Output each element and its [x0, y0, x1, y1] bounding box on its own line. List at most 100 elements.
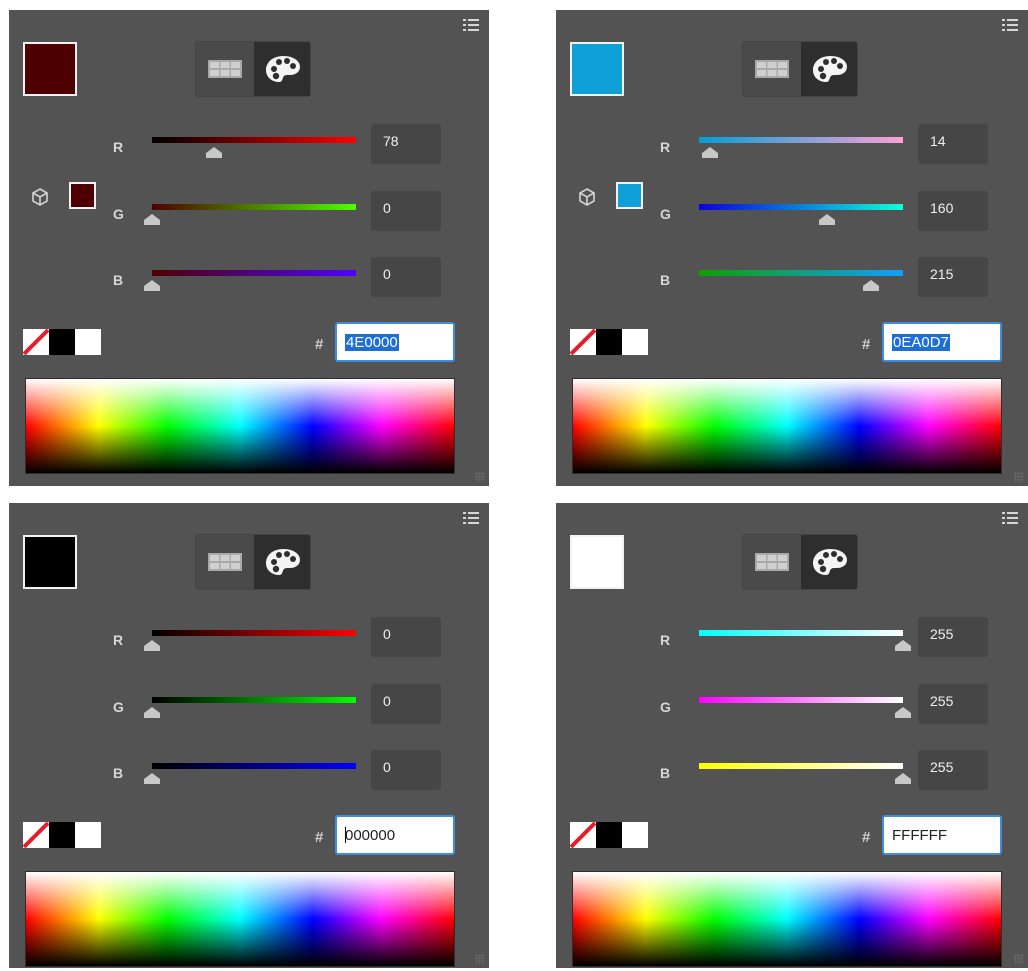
no-color-chip[interactable]	[570, 329, 596, 355]
channel-label-r: R	[113, 139, 124, 155]
black-color-chip[interactable]	[596, 329, 622, 355]
channel-label-b: B	[113, 765, 124, 781]
swatch-grid-icon	[208, 553, 242, 571]
channel-slider-b[interactable]	[152, 763, 356, 769]
color-spectrum[interactable]	[25, 378, 455, 474]
channel-label-b: B	[660, 272, 671, 288]
color-spectrum[interactable]	[572, 871, 1002, 967]
no-color-icon	[570, 329, 596, 355]
channel-slider-g[interactable]	[699, 697, 903, 703]
swatches-mode-button[interactable]	[196, 535, 254, 589]
current-color-swatch[interactable]	[23, 42, 77, 96]
hex-input[interactable]: FFFFFF	[882, 815, 1002, 855]
resize-grip-icon[interactable]	[1014, 954, 1024, 964]
channel-label-g: G	[660, 206, 671, 222]
resize-grip-icon[interactable]	[475, 472, 485, 482]
quick-color-chips	[570, 329, 648, 355]
channel-slider-b[interactable]	[699, 763, 903, 769]
channel-value-g[interactable]: 0	[371, 684, 441, 724]
web-safe-color-swatch[interactable]	[616, 182, 643, 209]
panel-menu-icon[interactable]	[463, 18, 479, 32]
channel-value-b[interactable]: 0	[371, 257, 441, 297]
white-color-chip[interactable]	[75, 822, 101, 848]
channel-value-b[interactable]: 215	[918, 257, 988, 297]
channel-label-b: B	[113, 272, 124, 288]
channel-value-r[interactable]: 14	[918, 124, 988, 164]
channel-slider-r[interactable]	[152, 630, 356, 636]
palette-icon	[813, 56, 847, 82]
resize-grip-icon[interactable]	[1014, 472, 1024, 482]
channel-value-g[interactable]: 160	[918, 191, 988, 231]
no-color-icon	[570, 822, 596, 848]
panel-menu-icon[interactable]	[463, 511, 479, 525]
palette-icon	[813, 549, 847, 575]
slider-thumb[interactable]	[144, 773, 160, 784]
channel-value-g[interactable]: 0	[371, 191, 441, 231]
swatches-mode-button[interactable]	[196, 42, 254, 96]
slider-thumb[interactable]	[206, 147, 223, 158]
palette-mode-button[interactable]	[801, 42, 857, 96]
hex-input[interactable]: 000000	[335, 815, 455, 855]
slider-thumb[interactable]	[818, 214, 835, 225]
color-panel: R 14 G 160 B 215 #0EA0D7	[556, 10, 1028, 486]
current-color-swatch[interactable]	[570, 535, 624, 589]
no-color-chip[interactable]	[23, 822, 49, 848]
panel-menu-icon[interactable]	[1002, 18, 1018, 32]
no-color-icon	[23, 822, 49, 848]
channel-value-b[interactable]: 255	[918, 750, 988, 790]
swatches-mode-button[interactable]	[743, 535, 801, 589]
slider-thumb[interactable]	[862, 280, 879, 291]
hex-input[interactable]: 0EA0D7	[882, 322, 1002, 362]
channel-value-g[interactable]: 255	[918, 684, 988, 724]
channel-slider-r[interactable]	[152, 137, 356, 143]
slider-thumb[interactable]	[895, 640, 911, 651]
palette-mode-button[interactable]	[801, 535, 857, 589]
hex-hash-label: #	[862, 336, 871, 353]
hex-hash-label: #	[315, 336, 324, 353]
channel-slider-r[interactable]	[699, 630, 903, 636]
channel-label-g: G	[113, 699, 124, 715]
channel-slider-b[interactable]	[152, 270, 356, 276]
no-color-chip[interactable]	[570, 822, 596, 848]
channel-value-r[interactable]: 0	[371, 617, 441, 657]
channel-slider-b[interactable]	[699, 270, 903, 276]
current-color-swatch[interactable]	[23, 535, 77, 589]
web-safe-color-swatch[interactable]	[69, 182, 96, 209]
hex-input[interactable]: 4E0000	[335, 322, 455, 362]
slider-thumb[interactable]	[895, 773, 911, 784]
channel-value-r[interactable]: 255	[918, 617, 988, 657]
white-color-chip[interactable]	[622, 822, 648, 848]
out-of-gamut-cube-icon[interactable]	[31, 188, 49, 211]
color-spectrum[interactable]	[572, 378, 1002, 474]
hex-hash-label: #	[862, 829, 871, 846]
slider-thumb[interactable]	[702, 147, 719, 158]
resize-grip-icon[interactable]	[475, 954, 485, 964]
slider-thumb[interactable]	[144, 214, 160, 225]
color-spectrum[interactable]	[25, 871, 455, 967]
slider-thumb[interactable]	[144, 640, 160, 651]
white-color-chip[interactable]	[622, 329, 648, 355]
black-color-chip[interactable]	[596, 822, 622, 848]
channel-slider-r[interactable]	[699, 137, 903, 143]
slider-thumb[interactable]	[144, 707, 160, 718]
hex-value: 0EA0D7	[892, 334, 950, 351]
palette-mode-button[interactable]	[254, 535, 310, 589]
color-mode-toggle	[742, 534, 858, 590]
out-of-gamut-cube-icon[interactable]	[578, 188, 596, 211]
panel-menu-icon[interactable]	[1002, 511, 1018, 525]
channel-value-r[interactable]: 78	[371, 124, 441, 164]
channel-slider-g[interactable]	[699, 204, 903, 210]
current-color-swatch[interactable]	[570, 42, 624, 96]
slider-thumb[interactable]	[895, 707, 911, 718]
black-color-chip[interactable]	[49, 329, 75, 355]
black-color-chip[interactable]	[49, 822, 75, 848]
no-color-chip[interactable]	[23, 329, 49, 355]
channel-slider-g[interactable]	[152, 204, 356, 210]
palette-mode-button[interactable]	[254, 42, 310, 96]
swatches-mode-button[interactable]	[743, 42, 801, 96]
white-color-chip[interactable]	[75, 329, 101, 355]
quick-color-chips	[23, 329, 101, 355]
channel-slider-g[interactable]	[152, 697, 356, 703]
slider-thumb[interactable]	[144, 280, 160, 291]
channel-value-b[interactable]: 0	[371, 750, 441, 790]
